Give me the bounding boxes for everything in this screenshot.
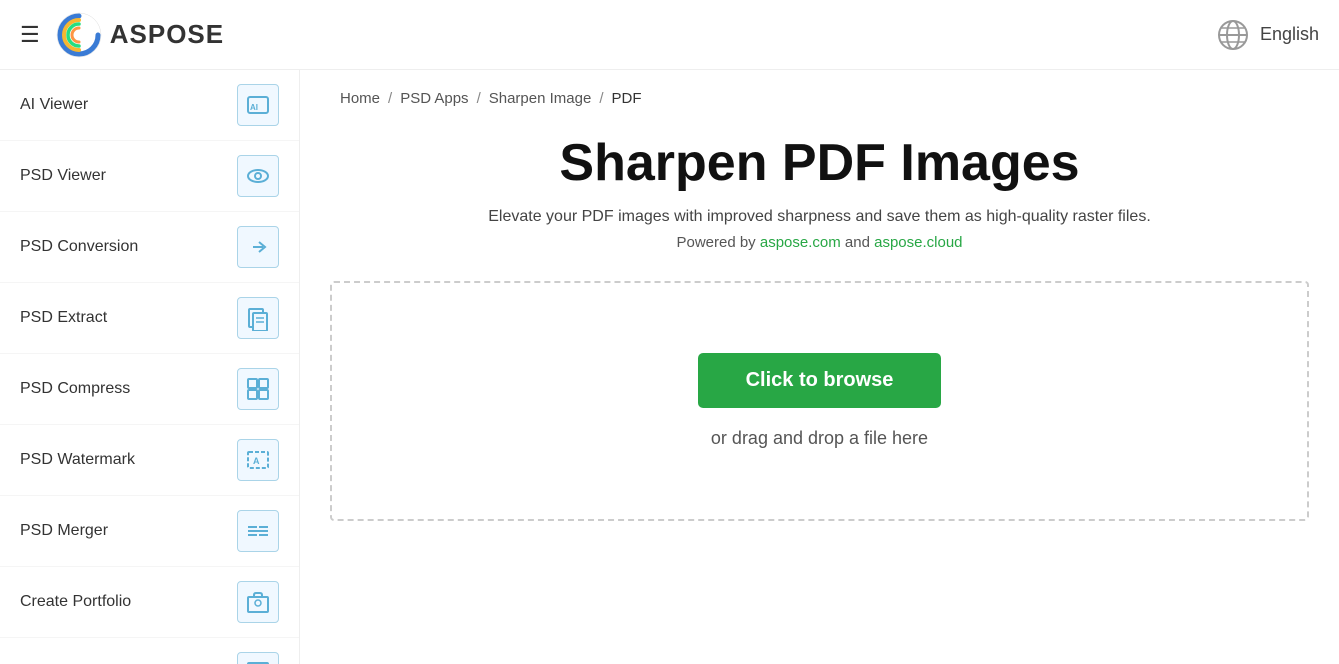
breadcrumb-home[interactable]: Home — [340, 90, 380, 107]
sidebar-item-psd-extract[interactable]: PSD Extract — [0, 283, 299, 354]
psd-extract-icon — [237, 297, 279, 339]
svg-text:A: A — [253, 456, 260, 466]
psd-watermark-icon: A — [237, 439, 279, 481]
layout: AI Viewer AI PSD Viewer PSD Conversion — [0, 70, 1339, 664]
hamburger-menu[interactable]: ☰ — [20, 22, 40, 48]
page-title: Sharpen PDF Images — [340, 135, 1299, 192]
sidebar-item-psd-viewer[interactable]: PSD Viewer — [0, 141, 299, 212]
sidebar-item-psd-watermark[interactable]: PSD Watermark A — [0, 425, 299, 496]
create-portfolio-icon — [237, 581, 279, 623]
language-label: English — [1260, 24, 1319, 45]
sidebar: AI Viewer AI PSD Viewer PSD Conversion — [0, 70, 300, 664]
main-content: Home / PSD Apps / Sharpen Image / PDF Sh… — [300, 70, 1339, 664]
powered-by-prefix: Powered by — [676, 234, 759, 251]
powered-by-and: and — [841, 234, 874, 251]
sidebar-label-psd-merger: PSD Merger — [20, 522, 108, 540]
psd-conversion-icon — [237, 226, 279, 268]
breadcrumb-sep-2: / — [477, 90, 481, 107]
ai-viewer-icon: AI — [237, 84, 279, 126]
language-selector[interactable]: English — [1216, 18, 1319, 52]
psd-compress-icon — [237, 368, 279, 410]
sidebar-label-psd-viewer: PSD Viewer — [20, 167, 106, 185]
drag-drop-text: or drag and drop a file here — [711, 428, 928, 449]
breadcrumb-current: PDF — [611, 90, 641, 107]
breadcrumb-sharpen-image[interactable]: Sharpen Image — [489, 90, 592, 107]
breadcrumb-sep-3: / — [599, 90, 603, 107]
aspose-com-link[interactable]: aspose.com — [760, 234, 841, 251]
powered-by: Powered by aspose.com and aspose.cloud — [340, 234, 1299, 251]
sidebar-label-create-portfolio: Create Portfolio — [20, 593, 131, 611]
psd-merger-icon — [237, 510, 279, 552]
breadcrumb-psd-apps[interactable]: PSD Apps — [400, 90, 468, 107]
logo-text: ASPOSE — [110, 19, 224, 50]
browse-button[interactable]: Click to browse — [698, 353, 942, 408]
psd-viewer-icon — [237, 155, 279, 197]
logo-area: ASPOSE — [56, 12, 224, 58]
drop-zone[interactable]: Click to browse or drag and drop a file … — [330, 281, 1309, 521]
psd-template-editor-icon — [237, 652, 279, 664]
sidebar-item-psd-merger[interactable]: PSD Merger — [0, 496, 299, 567]
breadcrumb-sep-1: / — [388, 90, 392, 107]
sidebar-item-create-portfolio[interactable]: Create Portfolio — [0, 567, 299, 638]
aspose-logo-icon — [56, 12, 102, 58]
sidebar-label-psd-watermark: PSD Watermark — [20, 451, 135, 469]
sidebar-item-psd-template-editor[interactable]: PSD Template Editor — [0, 638, 299, 664]
sidebar-item-psd-conversion[interactable]: PSD Conversion — [0, 212, 299, 283]
sidebar-label-psd-conversion: PSD Conversion — [20, 238, 138, 256]
sidebar-item-ai-viewer[interactable]: AI Viewer AI — [0, 70, 299, 141]
globe-icon — [1216, 18, 1250, 52]
svg-text:AI: AI — [250, 103, 258, 112]
sidebar-item-psd-compress[interactable]: PSD Compress — [0, 354, 299, 425]
aspose-cloud-link[interactable]: aspose.cloud — [874, 234, 962, 251]
sidebar-label-ai-viewer: AI Viewer — [20, 96, 88, 114]
subtitle: Elevate your PDF images with improved sh… — [340, 208, 1299, 226]
sidebar-label-psd-extract: PSD Extract — [20, 309, 107, 327]
breadcrumb: Home / PSD Apps / Sharpen Image / PDF — [340, 90, 1299, 107]
header-left: ☰ ASPOSE — [20, 12, 224, 58]
header: ☰ ASPOSE English — [0, 0, 1339, 70]
sidebar-label-psd-compress: PSD Compress — [20, 380, 130, 398]
